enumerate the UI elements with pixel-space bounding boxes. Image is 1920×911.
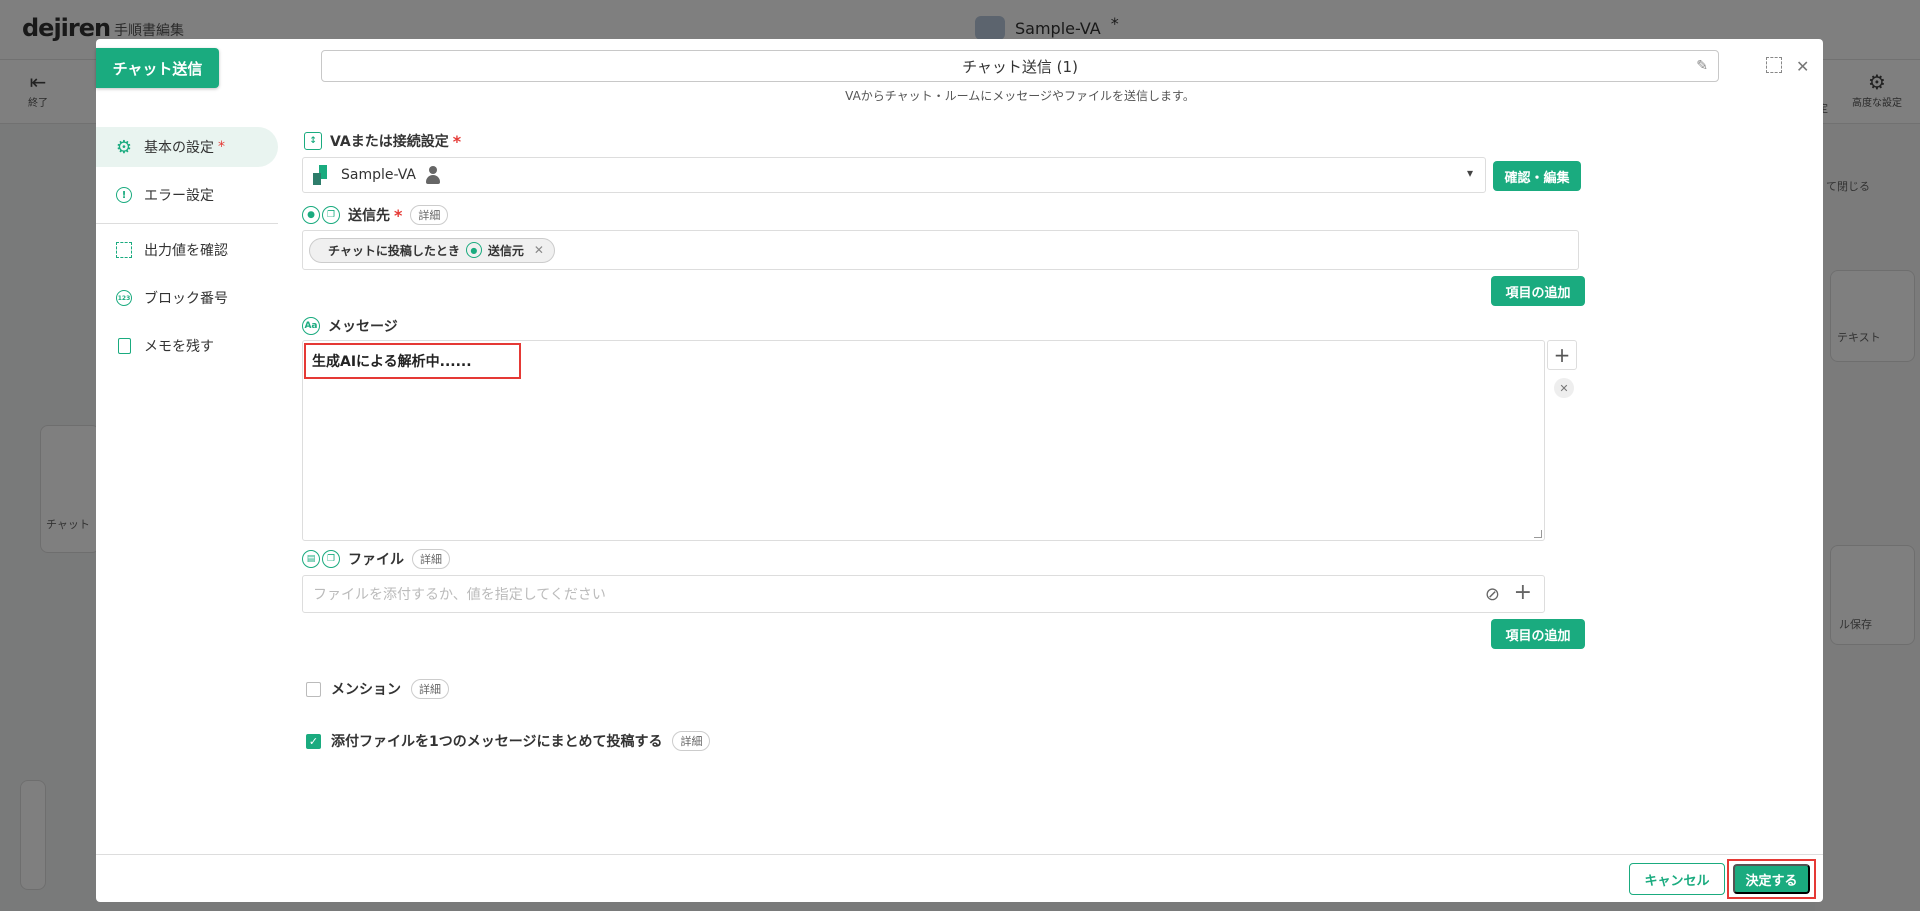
sidebar-item-output-values[interactable]: 出力値を確認: [96, 230, 278, 270]
mention-detail-chip[interactable]: 詳細: [411, 679, 449, 699]
file-input[interactable]: ファイルを添付するか、値を指定してください ⊘ +: [302, 575, 1545, 613]
window-controls: ✕: [1766, 57, 1809, 76]
plus-icon[interactable]: +: [1514, 580, 1532, 605]
ok-button-highlight: 決定する: [1727, 859, 1816, 899]
va-select-value: Sample-VA: [341, 167, 416, 183]
bundle-attachments-checkbox[interactable]: ✓: [306, 733, 321, 749]
va-logo-icon: [313, 165, 331, 185]
ok-button[interactable]: 決定する: [1733, 864, 1810, 894]
modal-footer-divider: [96, 854, 1823, 855]
alert-icon: !: [116, 187, 132, 203]
person-icon: [425, 166, 440, 184]
paperclip-icon[interactable]: ⊘: [1485, 584, 1500, 605]
message-label: Aa メッセージ: [302, 316, 398, 336]
bundle-attachments-option: ✓ 添付ファイルを1つのメッセージにまとめて投稿する 詳細: [306, 731, 711, 751]
chat-send-modal: チャット送信 チャット送信 (1) ✎ VAからチャット・ルームにメッセージやフ…: [96, 39, 1823, 902]
copy-icon: ❐: [322, 206, 340, 224]
mention-option: メンション 詳細: [306, 679, 449, 699]
destination-label: ● ❐ 送信先 * 詳細: [302, 205, 449, 225]
sidebar-divider: [96, 223, 278, 224]
select-area-icon[interactable]: [1766, 57, 1782, 73]
block-title-text: チャット送信 (1): [962, 57, 1078, 76]
memo-icon: [117, 338, 131, 354]
number-icon: 123: [116, 290, 132, 306]
sidebar-item-basic-settings[interactable]: ⚙ 基本の設定 *: [96, 127, 278, 167]
confirm-edit-button[interactable]: 確認・編集: [1493, 161, 1581, 191]
sidebar-item-block-number[interactable]: 123 ブロック番号: [96, 278, 278, 318]
destination-detail-chip[interactable]: 詳細: [410, 205, 449, 225]
group-icon: ●: [465, 242, 482, 258]
file-label: ▤ ❐ ファイル 詳細: [302, 549, 450, 569]
block-title-input[interactable]: チャット送信 (1) ✎: [321, 50, 1719, 82]
bundle-detail-chip[interactable]: 詳細: [672, 731, 711, 751]
text-icon: Aa: [302, 317, 320, 335]
message-clear-button[interactable]: ✕: [1554, 378, 1574, 398]
file-add-item-button[interactable]: 項目の追加: [1491, 619, 1585, 649]
settings-sidebar: ⚙ 基本の設定 * ! エラー設定 出力値を確認 123 ブロック番号 メモを残…: [96, 127, 278, 374]
pencil-icon[interactable]: ✎: [1696, 58, 1708, 74]
block-type-badge: チャット送信: [96, 48, 219, 88]
file-input-placeholder: ファイルを添付するか、値を指定してください: [313, 587, 606, 603]
file-detail-chip[interactable]: 詳細: [412, 549, 450, 569]
va-select[interactable]: Sample-VA ▾: [302, 157, 1486, 193]
sidebar-item-memo[interactable]: メモを残す: [96, 326, 278, 366]
remove-tag-icon[interactable]: ✕: [534, 243, 544, 257]
copy-icon: ❐: [322, 550, 340, 568]
destination-field[interactable]: チャットに投稿したとき ● 送信元 ✕: [302, 230, 1579, 270]
group-icon: ●: [302, 206, 320, 224]
file-icon: ▤: [302, 550, 320, 568]
cancel-button[interactable]: キャンセル: [1629, 863, 1725, 895]
chevron-down-icon: ▾: [1466, 166, 1473, 180]
frame-icon: [116, 242, 132, 258]
message-value: 生成AIによる解析中......: [304, 343, 521, 379]
connection-icon: ↕: [304, 132, 322, 150]
block-description: VAからチャット・ルームにメッセージやファイルを送信します。: [845, 89, 1195, 103]
mention-checkbox[interactable]: [306, 681, 321, 697]
sidebar-item-error-settings[interactable]: ! エラー設定: [96, 175, 278, 215]
resize-handle[interactable]: [1534, 530, 1542, 538]
close-icon[interactable]: ✕: [1796, 57, 1809, 76]
destination-add-item-button[interactable]: 項目の追加: [1491, 276, 1585, 306]
message-add-variable-button[interactable]: +: [1547, 340, 1577, 370]
va-label: ↕ VAまたは接続設定 *: [304, 131, 461, 151]
destination-tag: チャットに投稿したとき ● 送信元 ✕: [309, 237, 555, 263]
gear-icon: ⚙: [115, 136, 133, 158]
